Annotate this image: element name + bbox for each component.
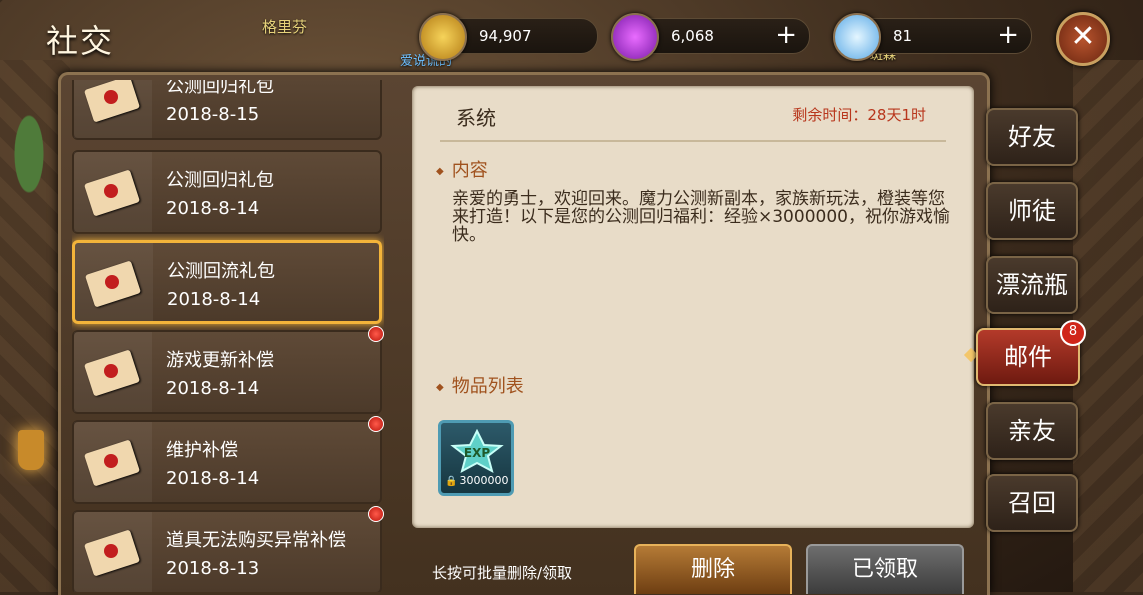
lock-icon: 🔒	[445, 476, 458, 487]
unread-dot-icon	[368, 416, 384, 432]
batch-hint: 长按可批量删除/领取	[432, 564, 573, 582]
mail-title: 公测回归礼包	[166, 170, 274, 191]
tab-recall[interactable]: 召回	[986, 474, 1078, 532]
exp-star-icon: EXP	[450, 429, 504, 473]
tab-mail-label: 邮件	[1004, 343, 1052, 371]
mail-title: 维护补偿	[166, 440, 238, 461]
mail-date: 2018-8-13	[166, 558, 260, 579]
envelope-icon	[83, 253, 143, 313]
mail-date: 2018-8-14	[166, 198, 260, 219]
tab-friends[interactable]: 好友	[986, 108, 1078, 166]
item-quantity: 🔒 3000000	[445, 474, 509, 487]
delete-button[interactable]: 删除	[634, 544, 792, 594]
purple-gem-icon	[611, 13, 659, 61]
mail-list-item[interactable]: 公测回归礼包 2018-8-15	[72, 80, 382, 140]
diamond-value: 81	[893, 27, 913, 45]
divider	[440, 140, 946, 142]
mail-list-item[interactable]: 维护补偿 2018-8-14	[72, 416, 384, 504]
mail-list-item[interactable]: 道具无法购买异常补偿 2018-8-13	[72, 506, 384, 592]
envelope-icon	[82, 342, 142, 402]
mail-date: 2018-8-14	[166, 378, 260, 399]
items-heading: 物品列表	[436, 372, 524, 398]
content-heading: 内容	[436, 156, 488, 182]
mail-title: 游戏更新补偿	[166, 350, 274, 371]
mail-list-item-selected[interactable]: 公测回流礼包 2018-8-14	[72, 240, 382, 324]
envelope-icon	[82, 522, 142, 582]
gold-value: 94,907	[479, 27, 532, 45]
gold-coin-icon	[419, 13, 467, 61]
gem-value: 6,068	[671, 27, 714, 45]
mail-list-item[interactable]: 公测回归礼包 2018-8-14	[72, 150, 382, 234]
remaining-time: 剩余时间：28天1时	[792, 106, 926, 124]
mail-detail: 系统 剩余时间：28天1时 内容 亲爱的勇士，欢迎回来。魔力公测新副本，家族新玩…	[412, 86, 974, 528]
mail-date: 2018-8-15	[166, 104, 260, 125]
close-button[interactable]: ✕	[1056, 12, 1110, 66]
mail-content: 亲爱的勇士，欢迎回来。魔力公测新副本，家族新玩法，橙装等您来打造！以下是您的公测…	[452, 189, 950, 245]
diamond-counter: 81 +	[833, 13, 1032, 61]
reward-item-slot[interactable]: EXP 🔒 3000000	[438, 420, 514, 496]
envelope-icon	[82, 162, 142, 222]
envelope-icon	[82, 432, 142, 492]
gem-counter: 6,068 +	[611, 13, 810, 61]
mail-title: 公测回归礼包	[166, 80, 274, 97]
claimed-button[interactable]: 已领取	[806, 544, 964, 594]
mail-list[interactable]: 公测回归礼包 2018-8-15 公测回归礼包 2018-8-14 公测回流礼包…	[72, 80, 384, 592]
tab-mail[interactable]: 邮件 8	[976, 320, 1086, 386]
page-title: 社交	[46, 22, 115, 60]
add-gem-button[interactable]: +	[775, 21, 797, 49]
add-diamond-button[interactable]: +	[997, 21, 1019, 49]
mail-date: 2018-8-14	[167, 289, 261, 310]
unread-dot-icon	[368, 326, 384, 342]
mail-title: 道具无法购买异常补偿	[166, 530, 346, 551]
lamp-icon	[18, 430, 44, 470]
mail-sender: 系统	[456, 106, 496, 130]
mail-list-item[interactable]: 游戏更新补偿 2018-8-14	[72, 326, 384, 414]
unread-dot-icon	[368, 506, 384, 522]
diamond-icon	[833, 13, 881, 61]
tab-mentor[interactable]: 师徒	[986, 182, 1078, 240]
tab-relatives[interactable]: 亲友	[986, 402, 1078, 460]
exp-label: EXP	[464, 446, 490, 460]
gold-counter: 94,907	[419, 13, 598, 61]
mail-title: 公测回流礼包	[167, 261, 275, 282]
plant-icon	[4, 110, 54, 220]
mail-count-badge: 8	[1060, 320, 1086, 346]
mail-date: 2018-8-14	[166, 468, 260, 489]
envelope-icon	[82, 80, 142, 128]
tab-drift-bottle[interactable]: 漂流瓶	[986, 256, 1078, 314]
npc-name: 格里芬	[262, 18, 308, 36]
